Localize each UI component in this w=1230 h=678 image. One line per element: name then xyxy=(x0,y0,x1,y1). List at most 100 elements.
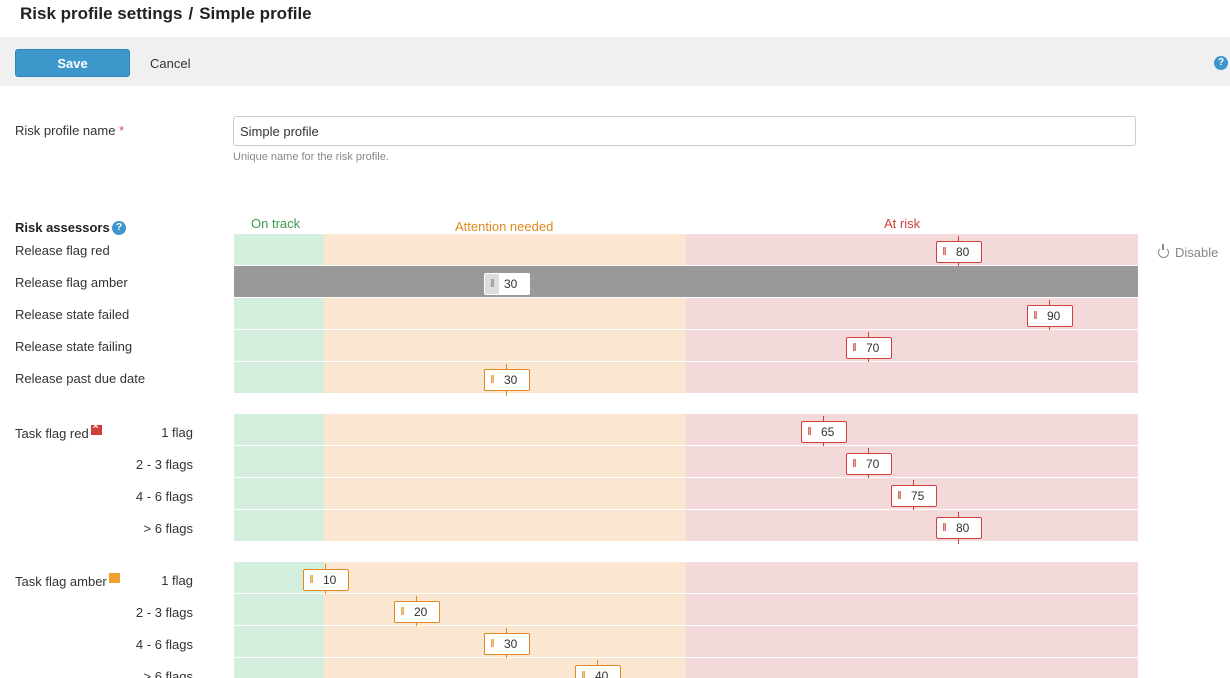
attention-zone xyxy=(324,234,686,265)
risk-slider-handle[interactable]: ll 75 xyxy=(891,480,937,512)
breadcrumb-current: Simple profile xyxy=(199,4,312,23)
on-track-zone xyxy=(234,298,324,329)
risk-slider-track[interactable]: ll 10 xyxy=(234,562,1138,596)
assessor-label: Release flag amber xyxy=(15,275,128,290)
on-track-zone xyxy=(234,478,324,509)
grip-icon[interactable]: ll xyxy=(937,518,951,538)
risk-slider-track[interactable]: ll 40 xyxy=(234,658,1138,678)
cancel-button[interactable]: Cancel xyxy=(150,56,190,71)
risk-slider-handle[interactable]: ll 10 xyxy=(303,564,349,596)
on-track-zone xyxy=(234,446,324,477)
risk-assessors-help-icon[interactable]: ? xyxy=(112,221,126,235)
flag-count-label: 2 - 3 flags xyxy=(135,605,193,620)
attention-zone xyxy=(324,330,686,361)
risk-slider-handle[interactable]: ll 65 xyxy=(801,416,847,448)
grip-icon[interactable]: ll xyxy=(485,274,499,294)
risk-slider-value: 30 xyxy=(504,277,518,291)
flag-count-label: 1 flag xyxy=(161,425,193,440)
attention-zone xyxy=(324,658,686,678)
risk-slider-track[interactable]: ll 75 xyxy=(234,478,1138,512)
risk-slider-track[interactable]: ll 30 xyxy=(234,362,1138,396)
grip-icon[interactable]: ll xyxy=(847,454,861,474)
risk-slider-handle[interactable]: ll 70 xyxy=(846,332,892,364)
risk-assessors-title: Risk assessors xyxy=(15,220,110,235)
attention-zone xyxy=(324,510,686,541)
risk-slider-value: 10 xyxy=(323,573,337,587)
on-track-zone xyxy=(234,362,324,393)
risk-slider-track[interactable]: ll 30 xyxy=(234,626,1138,660)
risk-slider-value: 80 xyxy=(956,245,970,259)
on-track-zone xyxy=(234,510,324,541)
assessor-label: Release state failing xyxy=(15,339,133,354)
at-risk-zone xyxy=(686,594,1138,625)
grip-icon[interactable]: ll xyxy=(937,242,951,262)
risk-slider-track[interactable]: ll 65 xyxy=(234,414,1138,448)
risk-slider-handle[interactable]: ll 40 xyxy=(575,660,621,678)
grip-icon[interactable]: ll xyxy=(1028,306,1042,326)
risk-slider-track[interactable]: ll 20 xyxy=(234,594,1138,628)
assessor-label: Release past due date xyxy=(15,371,146,386)
on-track-zone xyxy=(234,330,324,361)
breadcrumb-parent[interactable]: Risk profile settings xyxy=(20,4,182,23)
at-risk-zone xyxy=(686,626,1138,657)
on-track-zone xyxy=(234,234,324,265)
risk-slider-handle[interactable]: ll 80 xyxy=(936,236,982,268)
grip-icon[interactable]: ll xyxy=(892,486,906,506)
at-risk-zone xyxy=(686,234,1138,265)
power-icon xyxy=(1158,244,1169,258)
risk-slider-track[interactable]: ll 90 xyxy=(234,298,1138,332)
at-risk-zone xyxy=(686,658,1138,678)
on-track-zone xyxy=(234,626,324,657)
grip-icon[interactable]: ll xyxy=(485,634,499,654)
handle-tick xyxy=(958,538,959,544)
breadcrumb: Risk profile settings / Simple profile xyxy=(20,4,312,24)
risk-slider-track[interactable]: ll 70 xyxy=(234,330,1138,364)
on-track-zone xyxy=(234,658,324,678)
risk-slider-track[interactable]: ll 30 xyxy=(234,266,1138,297)
flag-count-label: > 6 flags xyxy=(143,521,193,536)
breadcrumb-separator: / xyxy=(188,4,194,23)
save-button[interactable]: Save xyxy=(15,49,130,77)
grip-icon[interactable]: ll xyxy=(395,602,409,622)
at-risk-zone xyxy=(686,510,1138,541)
risk-slider-track[interactable]: ll 80 xyxy=(234,510,1138,544)
at-risk-zone xyxy=(686,362,1138,393)
risk-slider-value: 80 xyxy=(956,521,970,535)
risk-slider-value: 20 xyxy=(414,605,428,619)
at-risk-zone xyxy=(686,330,1138,361)
assessor-label: Release flag red xyxy=(15,243,110,258)
risk-slider-handle[interactable]: ll 30 xyxy=(484,628,530,660)
name-label-text: Risk profile name xyxy=(15,123,116,138)
risk-slider-handle[interactable]: ll 20 xyxy=(394,596,440,628)
toolbar: Save Cancel ? xyxy=(0,37,1230,86)
flag-count-label: 2 - 3 flags xyxy=(135,457,193,472)
handle-tick xyxy=(506,390,507,396)
grip-icon[interactable]: ll xyxy=(304,570,318,590)
at-risk-zone xyxy=(686,562,1138,593)
grip-icon[interactable]: ll xyxy=(485,370,499,390)
grip-icon[interactable]: ll xyxy=(576,666,590,678)
disable-button[interactable]: Disable xyxy=(1158,244,1218,260)
risk-slider-handle[interactable]: ll 70 xyxy=(846,448,892,480)
on-track-zone xyxy=(234,594,324,625)
risk-slider-value: 90 xyxy=(1047,309,1061,323)
attention-zone xyxy=(324,446,686,477)
flag-count-label: 4 - 6 flags xyxy=(135,489,193,504)
risk-slider-handle[interactable]: ll 30 xyxy=(484,364,530,396)
help-icon[interactable]: ? xyxy=(1214,56,1228,70)
risk-slider-value: 40 xyxy=(595,669,609,678)
zone-label-attention-needed: Attention needed xyxy=(455,219,554,234)
grip-icon[interactable]: ll xyxy=(802,422,816,442)
risk-slider-handle[interactable]: ll 90 xyxy=(1027,300,1073,332)
zone-label-on-track: On track xyxy=(251,216,301,231)
risk-slider-track[interactable]: ll 80 xyxy=(234,234,1138,268)
risk-slider-handle[interactable]: ll 30 xyxy=(484,273,530,295)
risk-slider-value: 30 xyxy=(504,637,518,651)
risk-slider-value: 65 xyxy=(821,425,835,439)
flag-count-label: 4 - 6 flags xyxy=(135,637,193,652)
risk-slider-handle[interactable]: ll 80 xyxy=(936,512,982,544)
name-hint: Unique name for the risk profile. xyxy=(233,151,389,163)
risk-profile-name-input[interactable] xyxy=(233,116,1136,146)
grip-icon[interactable]: ll xyxy=(847,338,861,358)
risk-slider-track[interactable]: ll 70 xyxy=(234,446,1138,480)
